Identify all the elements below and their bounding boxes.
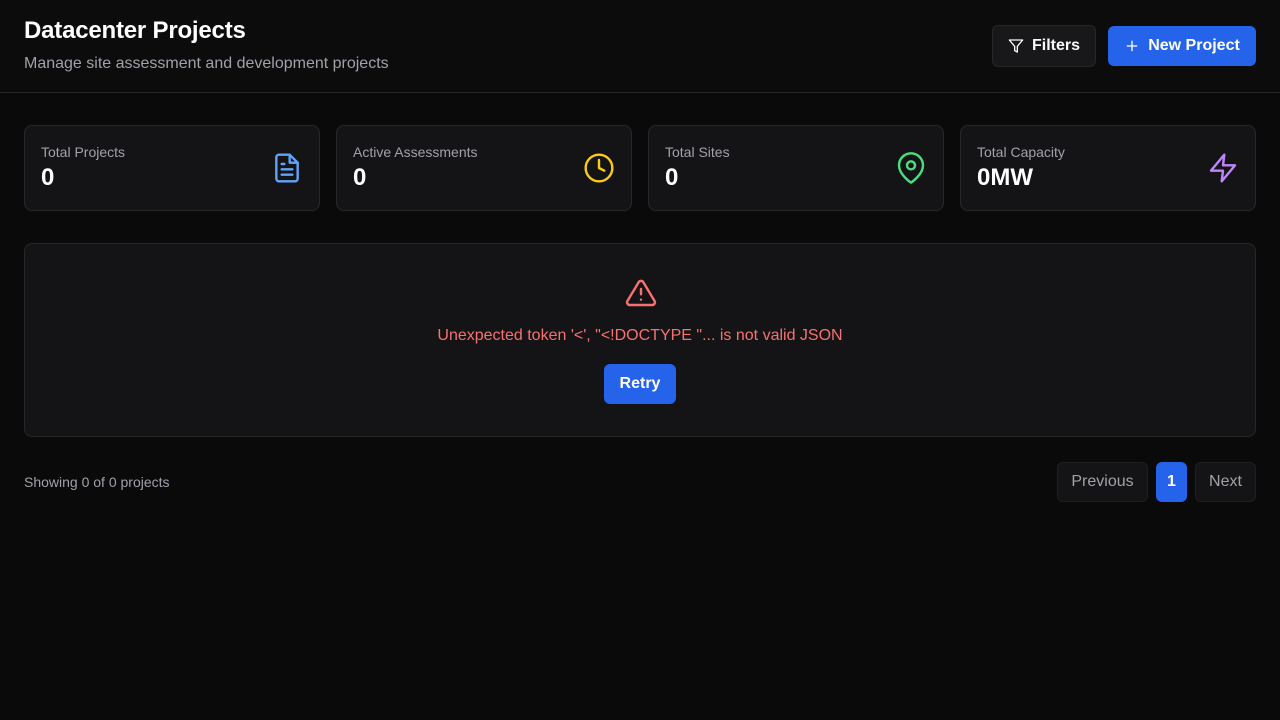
stat-label: Active Assessments <box>353 144 478 160</box>
page-header: Datacenter Projects Manage site assessme… <box>0 0 1280 93</box>
new-project-button[interactable]: New Project <box>1108 26 1256 66</box>
stat-label: Total Projects <box>41 144 126 160</box>
stat-card-total-projects: Total Projects 0 <box>24 125 320 211</box>
page-title: Datacenter Projects <box>24 17 246 44</box>
filters-button-label: Filters <box>1031 37 1080 54</box>
error-panel: Unexpected token '<', "<!DOCTYPE "... is… <box>24 243 1256 437</box>
plus-icon <box>1126 40 1138 52</box>
lightning-icon <box>1209 153 1237 183</box>
page-number-button[interactable]: 1 <box>1156 462 1187 502</box>
stat-card-total-capacity: Total Capacity 0MW <box>960 125 1256 211</box>
retry-button[interactable]: Retry <box>604 364 676 404</box>
stat-value: 0 <box>41 164 55 191</box>
stat-card-total-sites: Total Sites 0 <box>648 125 944 211</box>
stat-label: Total Capacity <box>977 144 1065 160</box>
stat-label: Total Sites <box>665 144 730 160</box>
error-message: Unexpected token '<', "<!DOCTYPE "... is… <box>437 327 843 344</box>
stat-value: 0 <box>665 164 679 191</box>
new-project-button-label: New Project <box>1148 37 1240 54</box>
stat-value: 0 <box>353 164 367 191</box>
clock-icon <box>584 153 614 183</box>
filters-button[interactable]: Filters <box>992 25 1096 67</box>
stat-card-active-assessments: Active Assessments 0 <box>336 125 632 211</box>
filter-icon <box>1008 39 1024 53</box>
map-pin-icon <box>897 152 925 184</box>
results-count: Showing 0 of 0 projects <box>24 474 170 490</box>
warning-triangle-icon <box>625 279 657 307</box>
previous-page-button[interactable]: Previous <box>1057 462 1148 502</box>
document-icon <box>275 153 299 183</box>
next-page-button[interactable]: Next <box>1195 462 1256 502</box>
page-subtitle: Manage site assessment and development p… <box>24 55 389 72</box>
stat-value: 0MW <box>977 164 1033 191</box>
